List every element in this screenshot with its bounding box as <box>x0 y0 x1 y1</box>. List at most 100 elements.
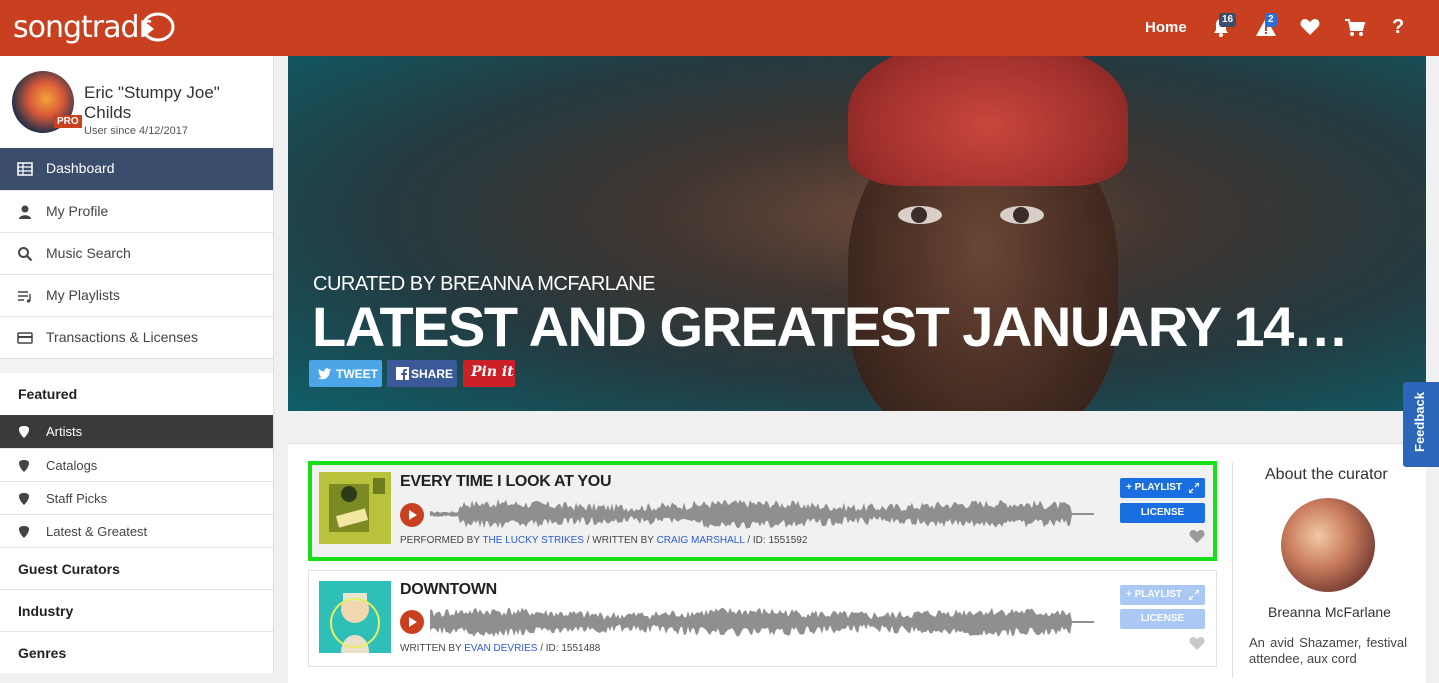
performer-link[interactable]: THE LUCKY STRIKES <box>482 535 584 546</box>
credit-card-icon <box>17 332 33 344</box>
featured-label: Featured <box>18 386 78 402</box>
guitar-pick-icon <box>19 426 29 438</box>
sidebar-item-dashboard[interactable]: Dashboard <box>0 148 273 190</box>
playlist-label: + PLAYLIST <box>1126 589 1183 600</box>
curator-name[interactable]: Breanna McFarlane <box>1268 604 1391 620</box>
sidebar-divider <box>0 358 273 373</box>
guitar-pick-icon <box>19 493 29 505</box>
track-id: / ID: 1551488 <box>537 643 601 654</box>
about-curator-panel: About the curator Breanna McFarlane An a… <box>1232 463 1422 678</box>
sidebar-item-label: Catalogs <box>46 458 98 473</box>
favorite-heart-icon[interactable] <box>1189 529 1205 543</box>
album-cover[interactable] <box>319 472 391 544</box>
songtradr-logo[interactable]: songtradr <box>13 10 151 45</box>
alerts-badge: 2 <box>1265 13 1277 27</box>
add-to-playlist-button[interactable]: + PLAYLIST <box>1120 478 1205 498</box>
sidebar-item-label: Dashboard <box>46 160 115 176</box>
user-since: User since 4/12/2017 <box>84 125 188 137</box>
sidebar-item-label: Latest & Greatest <box>46 524 148 539</box>
sidebar-item-label: Artists <box>46 424 83 439</box>
facebook-share-button[interactable]: SHARE <box>387 360 457 387</box>
facebook-icon <box>396 367 409 380</box>
sidebar-item-staff-picks[interactable]: Staff Picks <box>0 481 273 514</box>
hero-photo-hat <box>848 56 1128 186</box>
expand-icon <box>1189 483 1199 493</box>
waveform-shape <box>430 607 1094 637</box>
user-name: Eric "Stumpy Joe" Childs <box>84 83 220 122</box>
sidebar-item-label: Transactions & Licenses <box>46 329 198 345</box>
playlist-icon <box>18 291 31 303</box>
section-label: Genres <box>18 645 67 661</box>
track-title[interactable]: EVERY TIME I LOOK AT YOU <box>400 473 612 491</box>
grid-icon <box>17 162 33 176</box>
favorite-heart-icon[interactable] <box>1189 636 1205 650</box>
sidebar-item-label: Music Search <box>46 245 131 261</box>
sidebar-item-label: Staff Picks <box>46 491 108 506</box>
sidebar-item-latest-greatest[interactable]: Latest & Greatest <box>0 514 273 547</box>
track-row[interactable]: DOWNTOWN WRITTEN BY EVAN DEVRIES / ID: 1… <box>308 570 1217 667</box>
hero-photo-eye <box>898 206 942 224</box>
license-button[interactable]: LICENSE <box>1120 609 1205 629</box>
nav-home-link[interactable]: Home <box>1145 19 1187 36</box>
featured-heading: Featured <box>0 373 273 415</box>
writer-prefix: WRITTEN BY <box>400 643 462 654</box>
sidebar-item-artists[interactable]: Artists <box>0 415 273 448</box>
sidebar-item-label: My Playlists <box>46 287 120 303</box>
heart-icon[interactable] <box>1299 16 1321 38</box>
sidebar-item-my-playlists[interactable]: My Playlists <box>0 274 273 316</box>
sidebar-item-label: My Profile <box>46 203 109 219</box>
twitter-icon <box>318 368 331 380</box>
waveform[interactable] <box>430 605 1094 639</box>
sidebar-item-genres[interactable]: Genres <box>0 631 273 673</box>
expand-icon <box>1189 590 1199 600</box>
sidebar-item-guest-curators[interactable]: Guest Curators <box>0 547 273 589</box>
sidebar-item-industry[interactable]: Industry <box>0 589 273 631</box>
feedback-label: Feedback <box>1412 392 1427 452</box>
hero-title: LATEST AND GREATEST JANUARY 14… <box>312 295 1349 358</box>
waveform-shape <box>430 499 1094 529</box>
tweet-button[interactable]: TWEET <box>309 360 382 387</box>
sidebar-item-music-search[interactable]: Music Search <box>0 232 273 274</box>
search-icon <box>18 247 33 262</box>
track-credits: PERFORMED BY THE LUCKY STRIKES / WRITTEN… <box>400 535 807 546</box>
share-label: SHARE <box>411 367 454 381</box>
license-button[interactable]: LICENSE <box>1120 503 1205 523</box>
hero-banner: CURATED BY BREANNA MCFARLANE LATEST AND … <box>288 56 1426 411</box>
section-label: Industry <box>18 603 74 619</box>
writer-link[interactable]: CRAIG MARSHALL <box>657 535 745 546</box>
top-bar: songtradr Home 16 2 ? <box>0 0 1439 56</box>
play-button[interactable] <box>400 610 424 634</box>
sidebar-item-transactions[interactable]: Transactions & Licenses <box>0 316 273 358</box>
curator-avatar[interactable] <box>1281 498 1375 592</box>
playlist-label: + PLAYLIST <box>1126 482 1183 493</box>
guitar-pick-icon <box>19 526 29 538</box>
logo-mark-icon <box>141 12 175 42</box>
track-title[interactable]: DOWNTOWN <box>400 581 497 599</box>
sidebar: PRO Eric "Stumpy Joe" Childs User since … <box>0 56 274 673</box>
notifications-badge: 16 <box>1219 13 1237 27</box>
section-label: Guest Curators <box>18 561 120 577</box>
guitar-pick-icon <box>19 460 29 472</box>
track-row[interactable]: EVERY TIME I LOOK AT YOU PERFORMED BY TH… <box>308 461 1217 561</box>
tweet-label: TWEET <box>336 367 378 381</box>
curator-bio: An avid Shazamer, festival attendee, aux… <box>1249 635 1407 666</box>
help-link[interactable]: ? <box>1392 16 1404 39</box>
pinterest-button[interactable]: Pin it <box>463 360 515 387</box>
sidebar-item-catalogs[interactable]: Catalogs <box>0 448 273 481</box>
writer-link[interactable]: EVAN DEVRIES <box>464 643 537 654</box>
about-curator-heading: About the curator <box>1265 466 1388 483</box>
sidebar-item-my-profile[interactable]: My Profile <box>0 190 273 232</box>
track-id: / ID: 1551592 <box>744 535 808 546</box>
credit-prefix: PERFORMED BY <box>400 535 480 546</box>
waveform[interactable] <box>430 497 1094 531</box>
user-card: PRO Eric "Stumpy Joe" Childs User since … <box>0 56 273 148</box>
add-to-playlist-button[interactable]: + PLAYLIST <box>1120 585 1205 605</box>
album-cover[interactable] <box>319 581 391 653</box>
cart-icon[interactable] <box>1344 16 1366 38</box>
feedback-tab[interactable]: Feedback <box>1403 382 1439 467</box>
track-credits: WRITTEN BY EVAN DEVRIES / ID: 1551488 <box>400 643 600 654</box>
writer-prefix: / WRITTEN BY <box>583 535 654 546</box>
play-button[interactable] <box>400 503 424 527</box>
hero-photo-eye <box>1000 206 1044 224</box>
hero-subtitle: CURATED BY BREANNA MCFARLANE <box>313 273 656 295</box>
